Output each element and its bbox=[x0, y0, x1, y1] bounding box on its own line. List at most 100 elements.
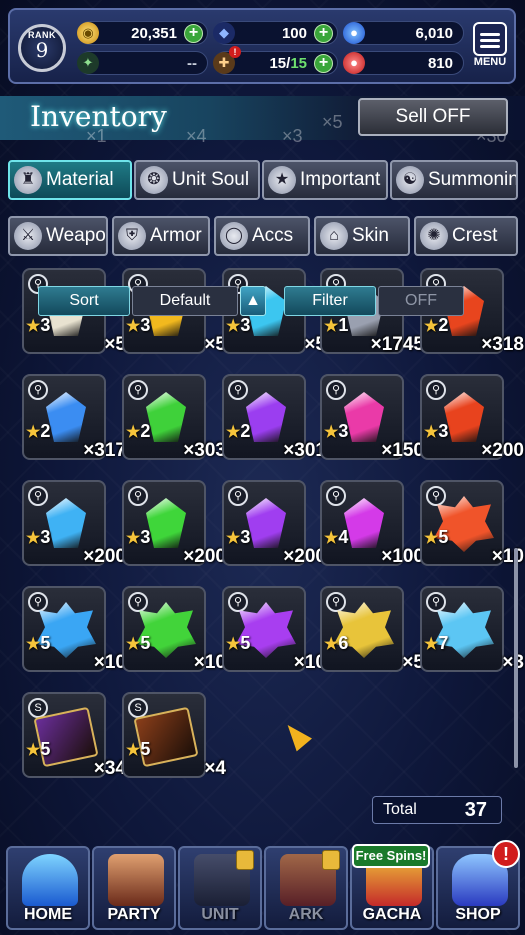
sort-order-button[interactable]: ▲ bbox=[240, 286, 266, 316]
rarity-stars: ★3 bbox=[26, 315, 50, 336]
stamina-value: 15/15 bbox=[269, 55, 307, 72]
nav-label: UNIT bbox=[201, 906, 239, 923]
inventory-item[interactable]: ⚲ ★6 ×5 bbox=[320, 586, 424, 673]
tab-armor[interactable]: ⛨ Armor bbox=[112, 216, 210, 256]
tab-summoning[interactable]: ☯ Summoning bbox=[390, 160, 518, 200]
gem-value: 100 bbox=[281, 25, 307, 42]
star-icon: ★ bbox=[324, 530, 339, 547]
rarity-stars: ★3 bbox=[126, 315, 150, 336]
inventory-item[interactable]: ⚲ ★2 ×317 bbox=[22, 374, 126, 461]
tab-unit-soul[interactable]: ❂ Unit Soul bbox=[134, 160, 260, 200]
add-gem-button[interactable]: + bbox=[314, 24, 333, 43]
ghost-count: ×3 bbox=[282, 126, 303, 146]
lock-toggle-icon[interactable]: ⚲ bbox=[28, 486, 48, 506]
lock-toggle-icon[interactable]: ⚲ bbox=[28, 592, 48, 612]
tab-weapon[interactable]: ⚔ Weapon bbox=[8, 216, 108, 256]
inventory-item[interactable]: ⚲ ★5 ×10 bbox=[22, 586, 126, 673]
tab-label: Accs bbox=[252, 225, 294, 246]
red-orb-counter: ● 810 bbox=[343, 51, 464, 75]
rarity-value: 3 bbox=[40, 527, 51, 547]
ring-icon: ◯ bbox=[220, 222, 248, 250]
rarity-stars: ★2 bbox=[26, 421, 50, 442]
gil-coin-icon: ◉ bbox=[77, 22, 99, 44]
inventory-item[interactable]: S ★5 ×4 bbox=[122, 692, 226, 779]
free-spins-badge: Free Spins! bbox=[352, 844, 430, 868]
sell-toggle-button[interactable]: Sell OFF bbox=[358, 98, 508, 136]
stamina-alert-icon: ! bbox=[229, 46, 241, 58]
stamina-max: 15 bbox=[290, 55, 307, 72]
lock-toggle-icon[interactable]: ⚲ bbox=[228, 486, 248, 506]
crystal-icon bbox=[246, 498, 286, 548]
crystal-icon bbox=[46, 392, 86, 442]
lock-toggle-icon[interactable]: ⚲ bbox=[326, 592, 346, 612]
rarity-value: 3 bbox=[240, 527, 251, 547]
lock-toggle-icon[interactable]: ⚲ bbox=[426, 592, 446, 612]
lock-toggle-icon[interactable]: ⚲ bbox=[426, 380, 446, 400]
add-stamina-button[interactable]: + bbox=[314, 54, 333, 73]
lock-toggle-icon[interactable]: ⚲ bbox=[228, 592, 248, 612]
filter-toggle[interactable]: OFF bbox=[378, 286, 464, 316]
lock-toggle-icon[interactable]: ⚲ bbox=[326, 380, 346, 400]
menu-button[interactable]: MENU bbox=[470, 22, 510, 74]
lock-toggle-icon[interactable]: ⚲ bbox=[128, 486, 148, 506]
item-quantity: ×200 bbox=[83, 546, 126, 567]
nav-party[interactable]: PARTY bbox=[92, 846, 176, 930]
item-quantity: ×303 bbox=[183, 440, 226, 461]
gem-counter: ◆ 100 + bbox=[213, 21, 338, 45]
rarity-value: 3 bbox=[438, 421, 449, 441]
crystal-icon bbox=[246, 392, 286, 442]
sort-dropdown[interactable]: Default bbox=[132, 286, 238, 316]
rank-value: 9 bbox=[35, 38, 49, 62]
hanger-icon: ⌂ bbox=[320, 222, 348, 250]
lock-toggle-icon[interactable]: ⚲ bbox=[28, 380, 48, 400]
party-icon bbox=[108, 854, 164, 906]
tab-skin[interactable]: ⌂ Skin bbox=[314, 216, 410, 256]
item-quantity: ×318 bbox=[481, 334, 524, 355]
inventory-item[interactable]: ⚲ ★5 ×10 bbox=[420, 480, 524, 567]
lock-toggle-icon[interactable]: ⚲ bbox=[326, 486, 346, 506]
inventory-item[interactable]: ⚲ ★3 ×200 bbox=[22, 480, 126, 567]
rarity-value: 2 bbox=[140, 421, 151, 441]
add-gil-button[interactable]: + bbox=[184, 24, 203, 43]
inventory-item[interactable]: ⚲★7×3 bbox=[420, 586, 524, 673]
crystal-icon bbox=[146, 392, 186, 442]
inventory-item[interactable]: ⚲ ★3 ×150 bbox=[320, 374, 424, 461]
inventory-item[interactable]: ⚲ ★3 ×200 bbox=[420, 374, 524, 461]
tab-crest[interactable]: ✺ Crest bbox=[414, 216, 518, 256]
inventory-item[interactable]: ⚲ ★2 ×303 bbox=[122, 374, 226, 461]
scrollbar[interactable] bbox=[514, 548, 518, 768]
inventory-item[interactable]: ⚲ ★2 ×301 bbox=[222, 374, 326, 461]
star-icon: ★ bbox=[26, 424, 41, 441]
padlock-icon bbox=[236, 850, 254, 870]
inventory-item[interactable]: ⚲ ★3 ×200 bbox=[122, 480, 226, 567]
rarity-stars: ★5 bbox=[26, 633, 50, 654]
inventory-item[interactable]: ⚲ ★4 ×100 bbox=[320, 480, 424, 567]
tab-accs[interactable]: ◯ Accs bbox=[214, 216, 310, 256]
lock-toggle-icon[interactable]: ⚲ bbox=[128, 592, 148, 612]
padlock-icon bbox=[322, 850, 340, 870]
rarity-value: 3 bbox=[140, 527, 151, 547]
tab-material[interactable]: ♜ Material bbox=[8, 160, 132, 200]
total-label: Total bbox=[383, 801, 417, 818]
rarity-stars: ★1 bbox=[324, 315, 348, 336]
lock-toggle-icon[interactable]: ⚲ bbox=[426, 486, 446, 506]
inventory-item[interactable]: ⚲ ★5 ×10 bbox=[222, 586, 326, 673]
rank-badge[interactable]: RANK 9 bbox=[18, 24, 66, 72]
nav-home[interactable]: HOME bbox=[6, 846, 90, 930]
rarity-value: 3 bbox=[140, 315, 151, 335]
tab-important[interactable]: ★ Important bbox=[262, 160, 388, 200]
inventory-item[interactable]: ⚲ ★3 ×200 bbox=[222, 480, 326, 567]
rarity-stars: ★6 bbox=[324, 633, 348, 654]
star-icon: ★ bbox=[268, 166, 296, 194]
armor-icon: ⛨ bbox=[118, 222, 146, 250]
inventory-item[interactable]: ⚲ ★5 ×10 bbox=[122, 586, 226, 673]
lock-toggle-icon[interactable]: ⚲ bbox=[228, 380, 248, 400]
nav-unit[interactable]: UNIT bbox=[178, 846, 262, 930]
item-quantity: ×10 bbox=[491, 546, 524, 567]
nav-ark[interactable]: ARK bbox=[264, 846, 348, 930]
crystal-icon bbox=[46, 498, 86, 548]
rarity-value: 5 bbox=[140, 633, 151, 653]
inventory-item[interactable]: S ★5 ×34 bbox=[22, 692, 126, 779]
tab-label: Skin bbox=[352, 225, 389, 246]
lock-toggle-icon[interactable]: ⚲ bbox=[128, 380, 148, 400]
